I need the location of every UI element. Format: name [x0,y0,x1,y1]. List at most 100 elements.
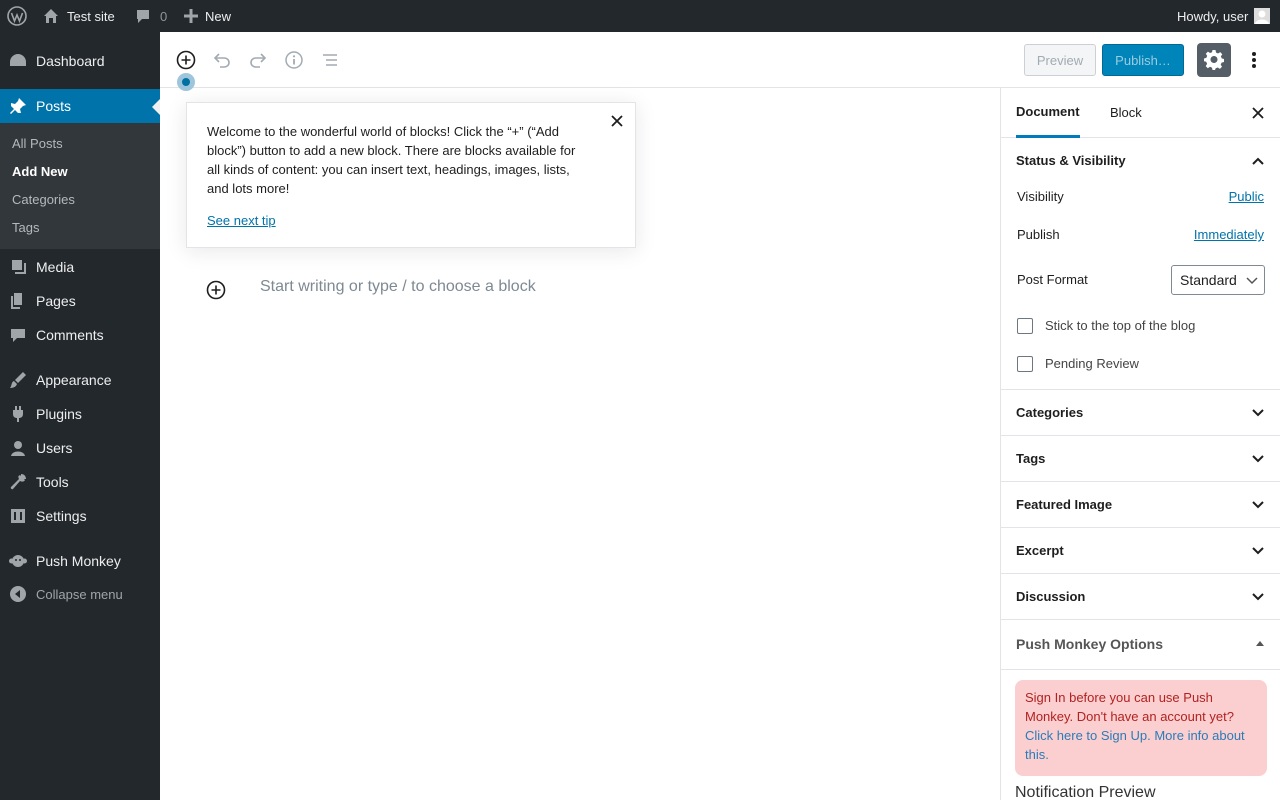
see-next-tip-link[interactable]: See next tip [207,213,276,228]
menu-label-settings: Settings [36,508,87,524]
media-icon [0,258,36,276]
settings-sidebar: Document Block Status & Visibility Visib… [1000,88,1280,800]
collapse-menu-button[interactable]: Collapse menu [0,577,160,611]
more-vertical-icon [1244,50,1264,70]
site-name: Test site [67,8,115,24]
menu-label-plugins: Plugins [36,406,82,422]
site-name-link[interactable]: Test site [43,0,115,32]
visibility-toggle-link[interactable]: Public [1229,189,1264,204]
tip-close-button[interactable] [609,113,625,129]
menu-item-media[interactable]: Media [0,250,160,284]
submenu-tags[interactable]: Tags [12,220,39,235]
block-placeholder-text[interactable]: Start writing or type / to choose a bloc… [260,278,536,296]
pending-review-checkbox[interactable] [1017,356,1033,372]
undo-icon [212,50,232,70]
user-icon [0,439,36,457]
settings-toggle-button[interactable] [1197,43,1231,77]
info-icon [284,50,304,70]
menu-item-comments[interactable]: Comments [0,318,160,352]
sticky-checkbox[interactable] [1017,318,1033,334]
panel-title-categories[interactable]: Categories [1016,405,1083,420]
submenu-all-posts[interactable]: All Posts [12,136,63,151]
pin-icon [0,97,36,115]
menu-label-pages: Pages [36,293,76,309]
menu-item-settings[interactable]: Settings [0,499,160,533]
plus-icon [184,9,198,23]
visibility-label: Visibility [1017,189,1064,204]
chevron-down-icon[interactable] [1251,498,1265,512]
tab-document[interactable]: Document [1016,88,1080,138]
chevron-down-icon[interactable] [1251,406,1265,420]
menu-item-push-monkey[interactable]: Push Monkey [0,544,160,578]
panel-title-excerpt[interactable]: Excerpt [1016,543,1064,558]
content-structure-button[interactable] [282,48,306,72]
chevron-down-icon[interactable] [1251,452,1265,466]
submenu-categories[interactable]: Categories [12,192,75,207]
menu-item-plugins[interactable]: Plugins [0,397,160,431]
publish-date-link[interactable]: Immediately [1194,227,1264,242]
brush-icon [0,371,36,389]
panel-divider [1001,573,1280,574]
post-format-label: Post Format [1017,272,1088,287]
close-icon [1252,107,1264,119]
preview-button[interactable]: Preview [1024,44,1096,76]
menu-label-comments: Comments [36,327,104,343]
add-block-button[interactable] [174,48,198,72]
push-monkey-options-title[interactable]: Push Monkey Options [1016,636,1163,652]
chevron-down-icon[interactable] [1251,590,1265,604]
submenu-add-new[interactable]: Add New [12,164,68,179]
menu-item-posts[interactable]: Posts [0,89,160,123]
greeting: Howdy, user [1177,8,1249,24]
chevron-up-icon[interactable] [1251,154,1265,168]
more-options-button[interactable] [1242,48,1266,72]
close-icon [611,115,623,127]
signin-notice-text: Sign In before you can use Push Monkey. … [1025,690,1234,724]
post-format-select[interactable]: Standard [1171,265,1265,295]
block-navigation-button[interactable] [318,48,342,72]
monkey-icon [0,552,36,570]
menu-item-pages[interactable]: Pages [0,284,160,318]
post-format-value: Standard [1180,272,1237,288]
panel-divider [1001,527,1280,528]
panel-title-featured-image[interactable]: Featured Image [1016,497,1112,512]
menu-label-tools: Tools [36,474,69,490]
menu-label-push-monkey: Push Monkey [36,553,121,569]
publish-button[interactable]: Publish… [1102,44,1184,76]
tab-block[interactable]: Block [1110,88,1142,137]
collapse-arrow-icon [0,586,36,602]
panel-title-status-visibility[interactable]: Status & Visibility [1016,153,1126,168]
new-content-link[interactable]: New [184,0,231,32]
tip-text: Welcome to the wonderful world of blocks… [207,124,576,196]
inline-add-block-button[interactable] [205,279,227,301]
wordpress-logo-icon[interactable] [7,0,27,32]
panel-divider [1001,619,1280,620]
publish-label: Publish [1017,227,1060,242]
add-block-icon [176,50,196,70]
caret-up-icon[interactable] [1256,641,1264,646]
panel-divider [1001,669,1280,670]
undo-button[interactable] [210,48,234,72]
menu-item-tools[interactable]: Tools [0,465,160,499]
panel-divider [1001,481,1280,482]
menu-item-appearance[interactable]: Appearance [0,363,160,397]
editor-header-toolbar: Preview Publish… [160,32,1280,88]
signup-link[interactable]: Click here to Sign Up. More info about t… [1025,728,1245,762]
menu-label-posts: Posts [36,98,72,114]
comments-link[interactable]: 0 [135,0,167,32]
plugin-icon [0,405,36,423]
comments-icon [0,326,36,344]
account-menu[interactable]: Howdy, user [1177,0,1271,32]
panel-title-discussion[interactable]: Discussion [1016,589,1085,604]
panel-title-tags[interactable]: Tags [1016,451,1045,466]
gear-icon [1204,50,1224,70]
new-label: New [205,8,232,24]
menu-item-users[interactable]: Users [0,431,160,465]
pending-review-label: Pending Review [1045,356,1139,371]
menu-label-appearance: Appearance [36,372,112,388]
redo-button[interactable] [246,48,270,72]
chevron-down-icon[interactable] [1251,544,1265,558]
menu-item-dashboard[interactable]: Dashboard [0,44,160,78]
close-sidebar-button[interactable] [1250,105,1266,121]
add-block-icon [206,280,226,300]
notification-preview-title: Notification Preview [1015,784,1156,800]
